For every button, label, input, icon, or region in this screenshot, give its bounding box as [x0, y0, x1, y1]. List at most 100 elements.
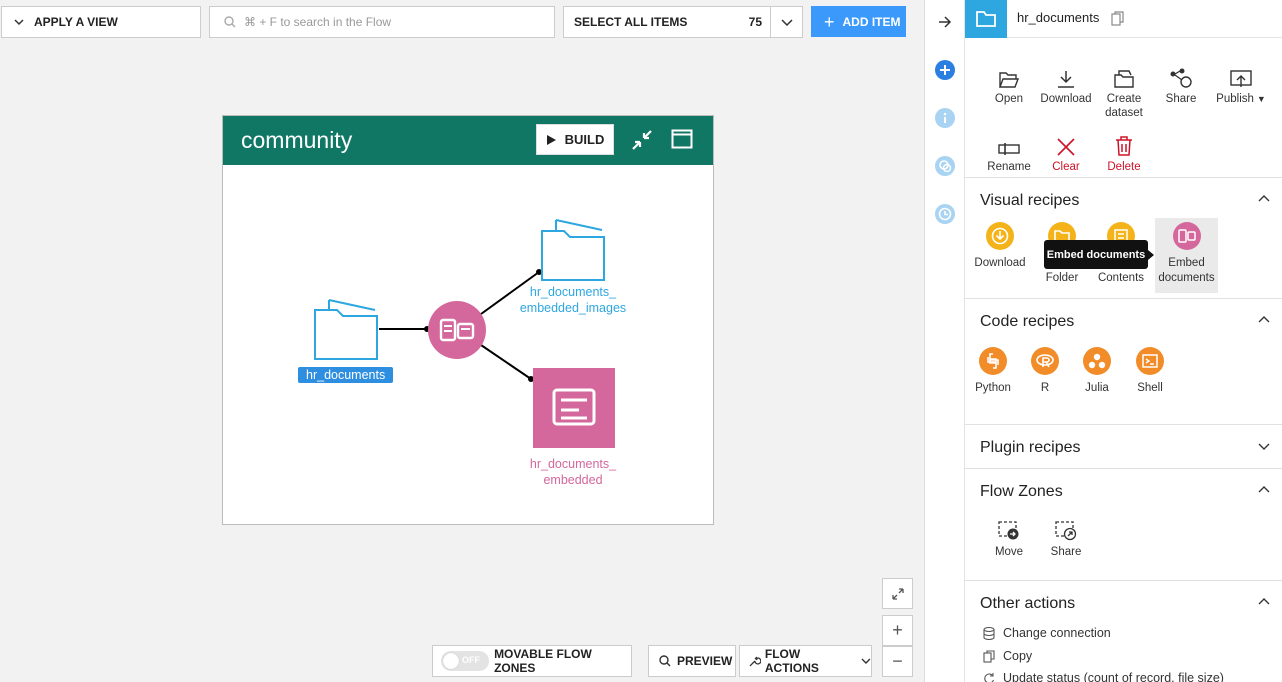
folder-icon — [965, 0, 1007, 38]
toggle-switch[interactable]: OFF — [441, 651, 490, 671]
create-dataset-action[interactable]: Create dataset — [1094, 62, 1154, 120]
zoom-out-button[interactable]: − — [882, 646, 913, 677]
info-icon[interactable] — [934, 107, 956, 129]
flow-actions-label: FLOW ACTIONS — [764, 647, 819, 675]
embed-recipe-node[interactable] — [428, 301, 486, 359]
tooltip: Embed documents — [1044, 240, 1154, 269]
build-label: BUILD — [564, 132, 605, 147]
search-icon — [659, 655, 671, 667]
database-icon — [983, 626, 995, 640]
plus-icon: + — [892, 620, 903, 640]
chevron-up-icon[interactable] — [1258, 195, 1270, 202]
chevron-down-icon[interactable] — [1258, 443, 1270, 450]
flow-zones-section: Flow Zones Move Share — [965, 468, 1282, 580]
update-status-label: Update status (count of record, file siz… — [1003, 671, 1224, 682]
python-icon — [987, 353, 999, 369]
refresh-icon — [984, 673, 995, 682]
folder-icon — [1114, 70, 1134, 88]
move-label: Move — [994, 546, 1024, 558]
chevron-down-icon — [861, 658, 871, 664]
chevron-up-icon[interactable] — [1258, 316, 1270, 323]
r-recipe-label: R — [1040, 382, 1050, 394]
section-title: Flow Zones — [980, 483, 1063, 500]
chevron-up-icon[interactable] — [1258, 598, 1270, 605]
zoom-in-button[interactable]: + — [882, 615, 913, 646]
output-folder-label[interactable]: hr_documents_ embedded_images — [513, 284, 633, 316]
flow-zone: community BUILD hr_documents hr_document… — [222, 115, 714, 525]
publish-icon — [1230, 70, 1252, 87]
embed-documents-recipe-label: Embed documents — [1158, 257, 1215, 284]
zone-header: community BUILD — [223, 116, 713, 165]
movable-zones-toggle[interactable]: OFF MOVABLE FLOW ZONES — [432, 645, 632, 677]
create-dataset-label: Create dataset — [1105, 93, 1143, 119]
other-actions-section: Other actions Change connection Copy Upd… — [965, 580, 1282, 682]
copy-label: Copy — [1003, 649, 1033, 663]
panel-header: hr_documents — [965, 0, 1282, 38]
add-item-button[interactable]: + ADD ITEM — [811, 6, 906, 37]
fit-view-button[interactable] — [882, 578, 913, 609]
open-label: Open — [994, 93, 1024, 105]
python-recipe-label: Python — [975, 382, 1011, 394]
shell-recipe[interactable]: Shell — [1119, 347, 1181, 396]
copy-icon[interactable] — [1111, 11, 1124, 26]
discussions-icon[interactable] — [934, 155, 956, 177]
wrench-icon — [749, 656, 761, 666]
build-zone-button[interactable]: BUILD — [536, 124, 614, 155]
apply-view-label: APPLY A VIEW — [34, 15, 118, 29]
rename-label: Rename — [987, 161, 1031, 173]
folder-icon[interactable] — [541, 219, 605, 281]
open-action[interactable]: Open — [979, 62, 1039, 106]
source-dataset-label[interactable]: hr_documents — [298, 367, 394, 383]
history-icon[interactable] — [934, 203, 956, 225]
collapse-icon[interactable] — [631, 129, 653, 151]
zone-title: community — [241, 127, 353, 153]
item-count: 75 — [748, 15, 762, 29]
output-folder-label-line2: embedded_images — [519, 301, 627, 315]
list-contents-recipe-label: Contents — [1097, 272, 1145, 284]
preview-button[interactable]: PREVIEW — [648, 645, 736, 677]
embed-documents-recipe[interactable]: Embed documents — [1155, 218, 1218, 293]
julia-recipe-label: Julia — [1085, 382, 1109, 394]
rename-action[interactable]: Rename — [979, 130, 1039, 174]
delete-action[interactable]: Delete — [1094, 130, 1154, 174]
section-title: Other actions — [980, 595, 1076, 612]
share-zone-label: Share — [1050, 546, 1082, 558]
output-folder-label-line1: hr_documents_ — [529, 285, 617, 299]
change-connection-action[interactable]: Change connection — [983, 626, 1111, 640]
plugin-recipes-section[interactable]: Plugin recipes — [965, 424, 1282, 468]
share-label: Share — [1165, 93, 1197, 105]
visual-recipes-section: Visual recipes Download Folder Contents … — [965, 177, 1282, 298]
flow-search-input[interactable]: ⌘ + F to search in the Flow — [209, 6, 555, 38]
change-connection-label: Change connection — [1003, 626, 1111, 640]
share-action[interactable]: Share — [1151, 62, 1211, 106]
apply-view-dropdown[interactable]: APPLY A VIEW — [1, 6, 201, 38]
update-status-action[interactable]: Update status (count of record, file siz… — [983, 671, 1224, 682]
publish-action[interactable]: Publish ▼ — [1208, 62, 1274, 106]
chevron-up-icon[interactable] — [1258, 486, 1270, 493]
download-recipe[interactable]: Download — [969, 222, 1031, 271]
move-zone-action[interactable]: Move — [979, 519, 1039, 559]
copy-action[interactable]: Copy — [983, 649, 1032, 663]
list-folder-recipe-label: Folder — [1045, 272, 1079, 284]
dataset-node[interactable] — [533, 368, 615, 448]
folder-icon[interactable] — [314, 299, 378, 360]
publish-label: Publish — [1216, 93, 1254, 105]
add-item-label: ADD ITEM — [842, 14, 901, 29]
fullscreen-icon[interactable] — [671, 129, 693, 149]
trash-icon — [1116, 136, 1132, 156]
chevron-down-icon — [780, 18, 793, 26]
share-zone-action[interactable]: Share — [1036, 519, 1096, 559]
delete-label: Delete — [1107, 161, 1141, 173]
download-action[interactable]: Download — [1036, 62, 1096, 106]
flow-graph — [314, 219, 615, 448]
flow-actions-dropdown[interactable]: FLOW ACTIONS — [739, 645, 872, 677]
output-dataset-label[interactable]: hr_documents_ embedded — [513, 456, 633, 488]
clear-action[interactable]: Clear — [1036, 130, 1096, 174]
select-all-items-button[interactable]: SELECT ALL ITEMS 75 — [563, 6, 803, 38]
collapse-panel-arrow-icon[interactable] — [934, 11, 956, 33]
add-icon[interactable] — [934, 59, 956, 81]
select-options-dropdown[interactable] — [770, 7, 802, 37]
flow-edge — [480, 344, 532, 380]
code-recipes-section: Code recipes Python R Julia Shell — [965, 298, 1282, 424]
download-label: Download — [1040, 93, 1092, 105]
